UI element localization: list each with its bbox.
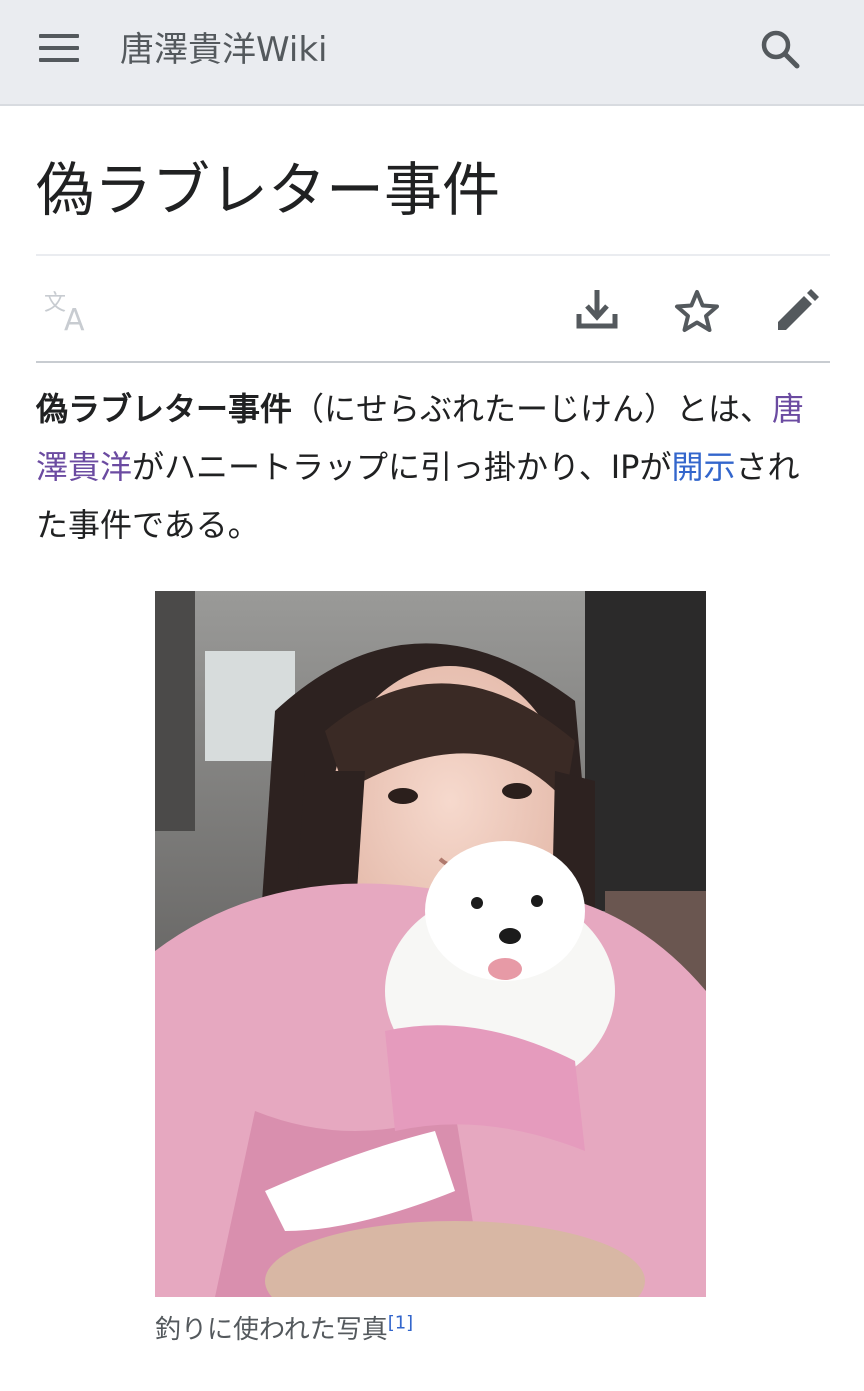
menu-button[interactable] [34,26,84,70]
lead-paragraph: 偽ラブレター事件（にせらぶれたーじけん）とは、唐澤貴洋がハニートラップに引っ掛か… [36,380,826,554]
menu-icon-bar [39,58,79,62]
figure-caption: 釣りに使われた写真[1] [155,1310,413,1350]
divider [36,361,830,363]
lead-text: がハニートラップに引っ掛かり、IPが [132,448,672,486]
page-title: 偽ラブレター事件 [36,156,501,224]
divider [36,254,830,256]
top-header: 唐澤貴洋Wiki [0,0,864,106]
article-photo[interactable] [155,591,706,1297]
caption-text: 釣りに使われた写真 [155,1315,388,1345]
site-name[interactable]: 唐澤貴洋Wiki [120,28,327,72]
language-button[interactable]: 文 A [40,284,96,340]
watch-star-button[interactable] [668,284,724,340]
pencil-icon [778,289,819,330]
bold-term: 偽ラブレター事件 [36,390,293,428]
menu-icon [39,34,79,38]
reference-link[interactable]: [1] [388,1312,414,1333]
reading-text: （にせらぶれたーじけん）とは、 [292,390,773,428]
link-kaiji[interactable]: 開示 [671,448,735,486]
svg-text:A: A [64,303,85,338]
search-icon [761,30,800,69]
download-button[interactable] [568,284,624,340]
star-icon [675,290,719,332]
language-icon: 文 A [44,291,85,338]
menu-icon-bar [39,46,79,50]
photo-illustration [155,591,706,1297]
edit-button[interactable] [768,284,824,340]
search-button[interactable] [752,24,808,76]
download-icon [576,290,618,329]
svg-text:文: 文 [44,291,66,316]
